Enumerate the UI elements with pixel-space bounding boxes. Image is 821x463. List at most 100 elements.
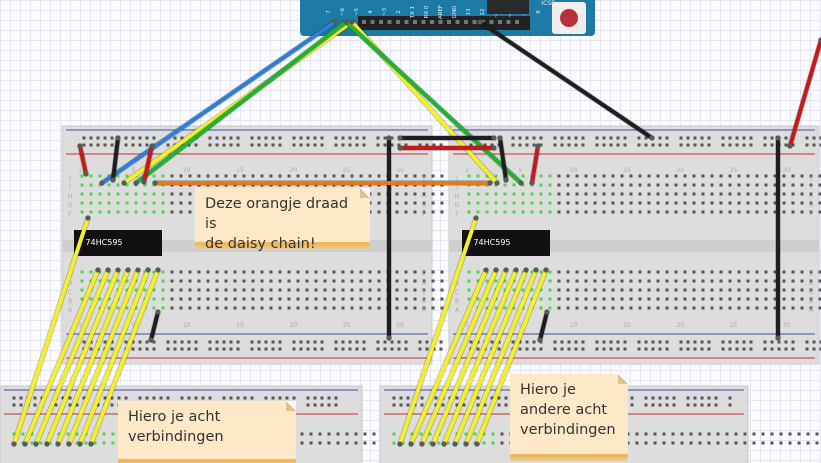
breadboard-hole [179, 192, 183, 196]
breadboard-hole [413, 279, 417, 283]
breadboard-hole [728, 347, 732, 351]
breadboard-hole [707, 432, 711, 436]
breadboard-hole [180, 396, 184, 400]
breadboard-hole [66, 432, 70, 436]
breadboard-hole [125, 192, 129, 196]
breadboard-hole [662, 432, 666, 436]
breadboard-hole [680, 432, 684, 436]
header-pin [396, 20, 400, 24]
breadboard-hole [348, 143, 352, 147]
breadboard-hole [616, 136, 620, 140]
breadboard-hole [656, 288, 660, 292]
breadboard-hole [300, 432, 304, 436]
breadboard-hole [314, 279, 318, 283]
breadboard-hole [683, 288, 687, 292]
breadboard-hole [80, 174, 84, 178]
breadboard-hole [98, 210, 102, 214]
breadboard-hole [791, 297, 795, 301]
breadboard-hole [686, 347, 690, 351]
breadboard-hole [233, 306, 237, 310]
breadboard-hole [548, 174, 552, 178]
breadboard-hole [644, 143, 648, 147]
breadboard-hole [611, 279, 615, 283]
breadboard-hole [476, 347, 480, 351]
breadboard-hole [334, 136, 338, 140]
breadboard-hole [363, 441, 367, 445]
breadboard-hole [662, 441, 666, 445]
breadboard-hole [334, 347, 338, 351]
breadboard-hole [557, 306, 561, 310]
breadboard-hole [638, 174, 642, 178]
breadboard-hole [692, 288, 696, 292]
breadboard-hole [602, 183, 606, 187]
breadboard-hole [469, 340, 473, 344]
breadboard-hole [306, 136, 310, 140]
column-number: 20 [677, 167, 685, 174]
breadboard-hole [440, 288, 444, 292]
breadboard-hole [224, 288, 228, 292]
breadboard-hole [782, 270, 786, 274]
breadboard-hole [431, 270, 435, 274]
breadboard-hole [392, 432, 396, 436]
breadboard-hole [161, 297, 165, 301]
breadboard-hole [287, 279, 291, 283]
breadboard-hole [665, 297, 669, 301]
breadboard-hole [313, 396, 317, 400]
breadboard-hole [620, 306, 624, 310]
breadboard-hole [292, 347, 296, 351]
breadboard-hole [812, 143, 816, 147]
breadboard-hole [692, 279, 696, 283]
breadboard-hole [800, 306, 804, 310]
breadboard-hole [674, 297, 678, 301]
breadboard-hole [511, 340, 515, 344]
column-number: 1 [465, 167, 469, 174]
breadboard-hole [689, 441, 693, 445]
breadboard-hole [188, 270, 192, 274]
breadboard-hole [206, 270, 210, 274]
breadboard-hole [693, 396, 697, 400]
breadboard-hole [80, 192, 84, 196]
breadboard-hole [701, 174, 705, 178]
breadboard-hole [584, 279, 588, 283]
breadboard-hole [89, 270, 93, 274]
breadboard-hole [143, 210, 147, 214]
breadboard-hole [575, 288, 579, 292]
breadboard-hole [431, 288, 435, 292]
breadboard-hole [743, 432, 747, 436]
breadboard-hole [107, 279, 111, 283]
breadboard-hole [395, 297, 399, 301]
breadboard-hole [779, 432, 783, 436]
breadboard-hole [629, 192, 633, 196]
breadboard-hole [313, 340, 317, 344]
breadboard-hole [539, 174, 543, 178]
pin-label: 2 [396, 10, 402, 14]
row-letter: G [809, 202, 814, 209]
breadboard-hole [134, 210, 138, 214]
breadboard-hole [647, 288, 651, 292]
breadboard-hole [236, 347, 240, 351]
breadboard-hole [602, 347, 606, 351]
breadboard-hole [404, 201, 408, 205]
breadboard-hole [215, 347, 219, 351]
breadboard-hole [503, 201, 507, 205]
breadboard-hole [242, 297, 246, 301]
breadboard-hole [170, 306, 174, 310]
breadboard-hole [707, 396, 711, 400]
breadboard-hole [692, 270, 696, 274]
breadboard-hole [620, 288, 624, 292]
breadboard-hole [292, 340, 296, 344]
breadboard-hole [188, 279, 192, 283]
breadboard-hole [404, 297, 408, 301]
breadboard-hole [80, 288, 84, 292]
breadboard-hole [620, 201, 624, 205]
breadboard-hole [679, 136, 683, 140]
breadboard-hole [700, 396, 704, 400]
wire-end [397, 135, 403, 141]
breadboard-hole [593, 279, 597, 283]
breadboard-hole [197, 174, 201, 178]
breadboard-hole [602, 174, 606, 178]
row-letter: H [455, 193, 460, 200]
wire-end [543, 267, 549, 273]
breadboard-hole [332, 288, 336, 292]
breadboard-hole [296, 306, 300, 310]
